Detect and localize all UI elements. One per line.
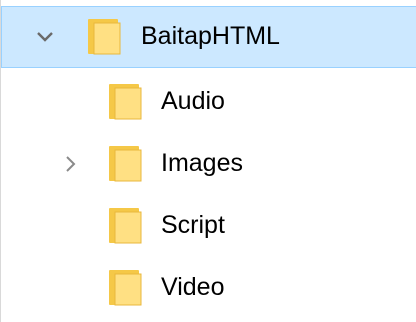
tree-item-label: Video	[161, 273, 225, 301]
tree-item-label: BaitapHTML	[141, 22, 280, 50]
folder-icon	[108, 208, 148, 244]
tree-item-video[interactable]: Video	[1, 258, 416, 314]
folder-icon	[108, 270, 148, 306]
chevron-down-icon[interactable]	[35, 27, 55, 47]
folder-icon	[108, 84, 148, 120]
chevron-right-icon[interactable]	[61, 154, 81, 174]
folder-icon	[108, 146, 148, 182]
tree-item-images[interactable]: Images	[1, 134, 416, 190]
tree-item-label: Script	[161, 211, 225, 239]
folder-icon	[87, 19, 127, 55]
tree-item-audio[interactable]: Audio	[1, 72, 416, 128]
tree-item-label: Audio	[161, 87, 225, 115]
tree-item-label: Images	[161, 149, 243, 177]
tree-item-baitaphtml[interactable]: BaitapHTML	[1, 6, 416, 68]
folder-tree: BaitapHTML Audio Images Script Video	[0, 0, 416, 322]
tree-item-script[interactable]: Script	[1, 196, 416, 252]
